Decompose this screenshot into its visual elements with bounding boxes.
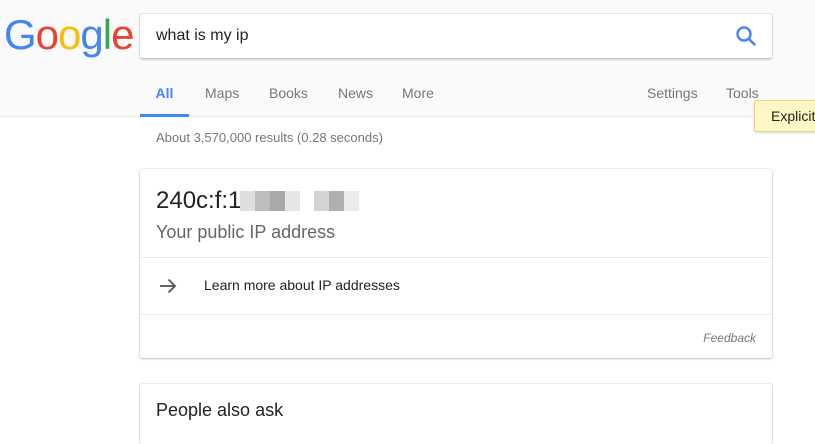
tab-all[interactable]: All xyxy=(140,74,189,117)
header: Google All Maps Books News More Settings… xyxy=(0,0,815,117)
logo-letter: e xyxy=(111,11,134,58)
search-box xyxy=(140,14,772,58)
logo-letter: G xyxy=(4,11,37,58)
tab-maps[interactable]: Maps xyxy=(205,74,239,117)
logo-letter: o xyxy=(35,11,59,58)
ip-answer-card: 240c:f:1 Your public IP address Learn mo… xyxy=(140,169,772,358)
logo-letter: l xyxy=(102,11,112,58)
tab-more[interactable]: More xyxy=(402,74,434,117)
learn-more-link[interactable]: Learn more about IP addresses xyxy=(140,258,772,314)
logo-letter: g xyxy=(80,11,103,58)
tab-settings[interactable]: Settings xyxy=(647,74,698,117)
feedback-link[interactable]: Feedback xyxy=(703,331,756,345)
logo-letter: o xyxy=(58,11,81,58)
redacted-ip-part-1 xyxy=(240,189,300,213)
divider xyxy=(140,314,772,315)
ip-caption: Your public IP address xyxy=(156,222,336,242)
search-icon xyxy=(736,26,756,46)
tab-books[interactable]: Books xyxy=(269,74,308,117)
arrow-right-icon xyxy=(160,278,177,294)
tab-news[interactable]: News xyxy=(338,74,373,117)
search-button[interactable] xyxy=(734,24,758,48)
search-input[interactable] xyxy=(156,14,716,58)
google-logo[interactable]: Google xyxy=(4,10,134,60)
result-stats: About 3,570,000 results (0.28 seconds) xyxy=(156,130,383,145)
search-tabs: All Maps Books News More Settings Tools xyxy=(140,74,815,117)
redacted-ip-part-2 xyxy=(314,189,359,213)
learn-more-label: Learn more about IP addresses xyxy=(204,277,400,293)
people-also-ask-card: People also ask xyxy=(140,384,772,444)
ip-address: 240c:f:1 xyxy=(156,187,242,214)
people-also-ask-title: People also ask xyxy=(156,400,284,420)
safesearch-tooltip: Explicit xyxy=(754,100,815,132)
